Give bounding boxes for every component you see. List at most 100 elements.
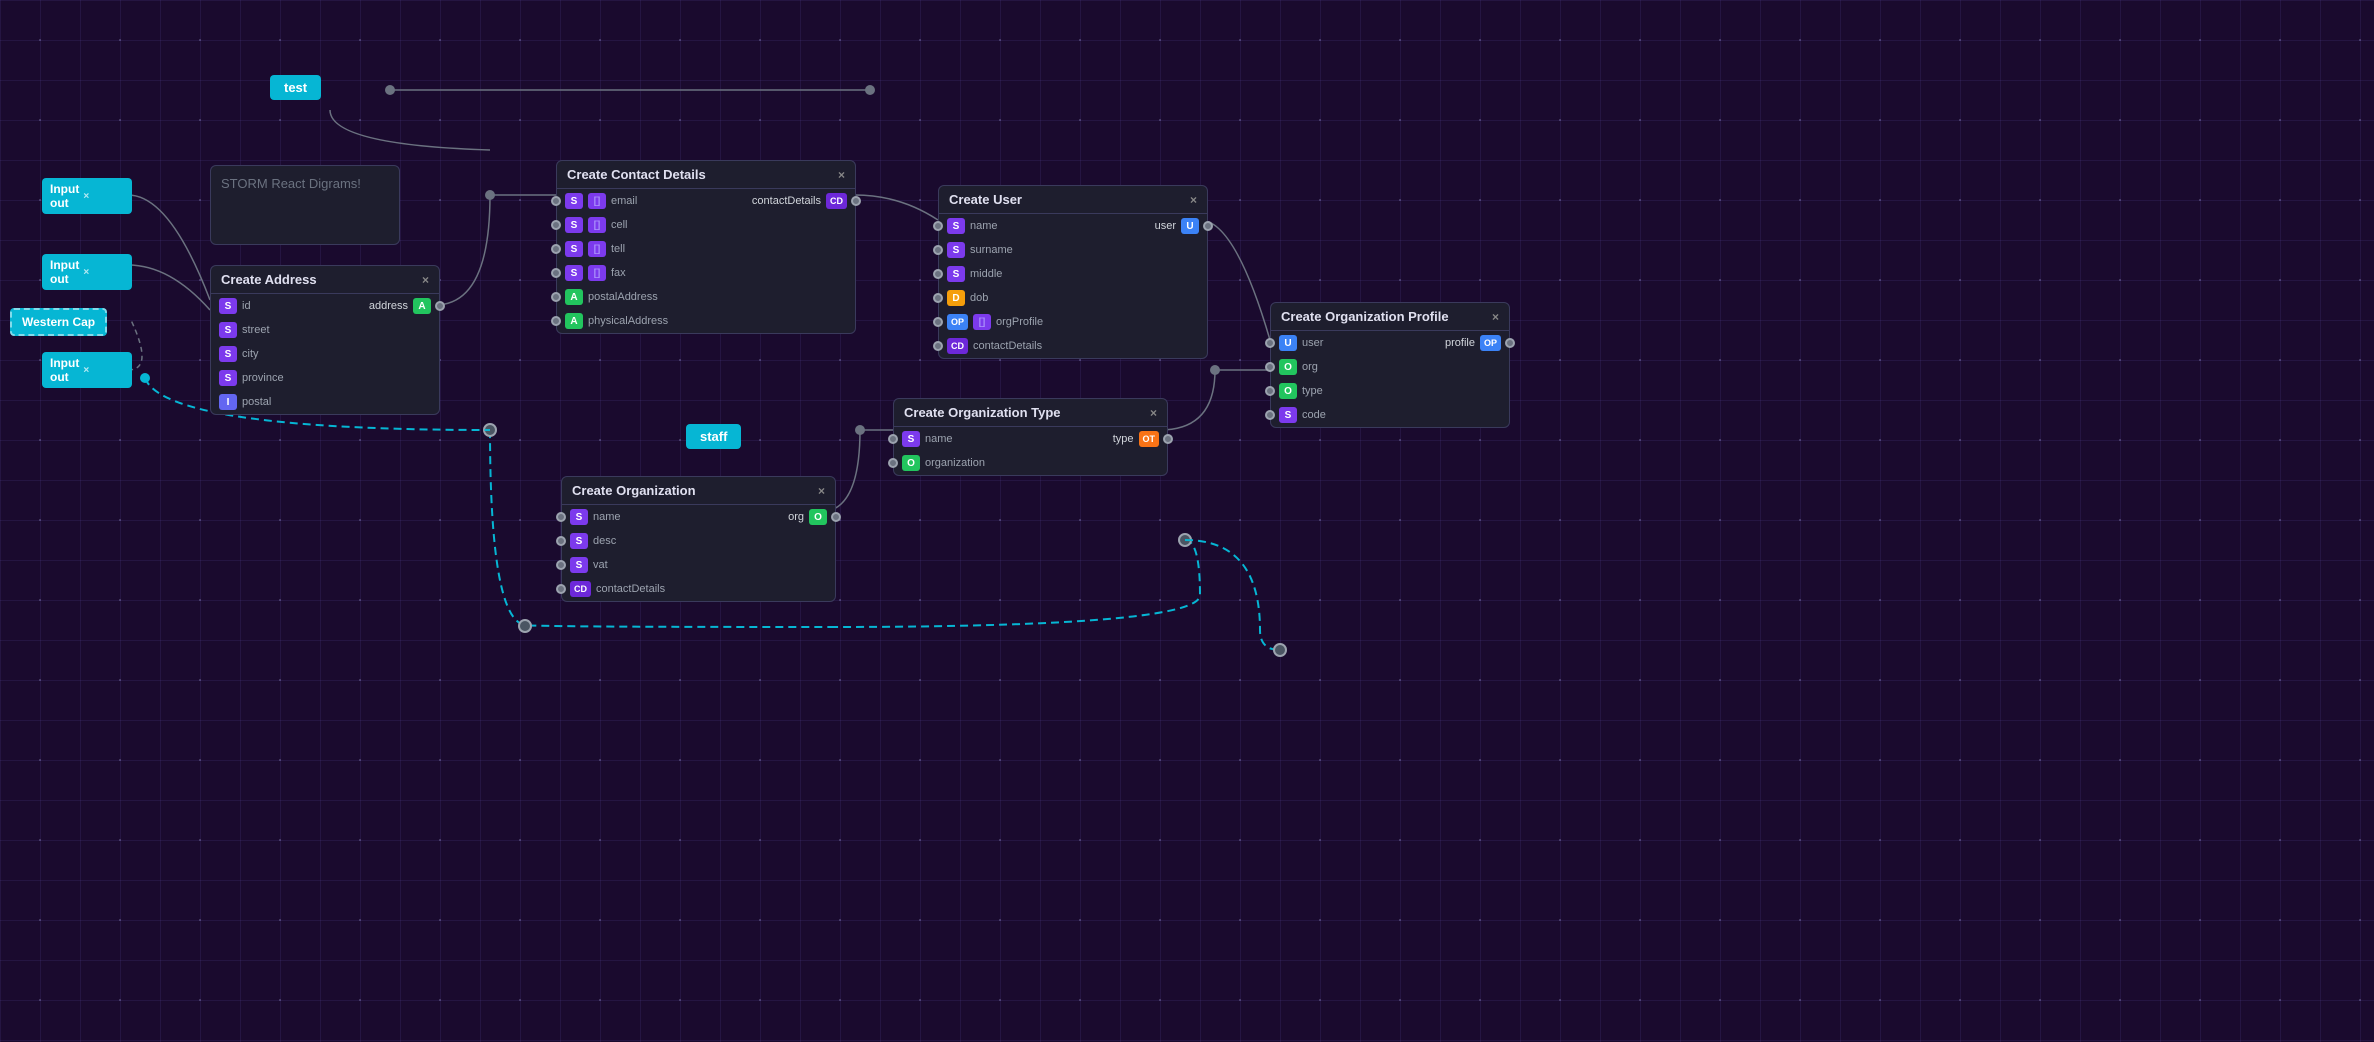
badge-s-city: S: [219, 346, 237, 362]
org-row-cd: CD contactDetails: [562, 577, 835, 601]
input-node-3[interactable]: Input out ×: [42, 352, 132, 388]
contact-row-cell: S [] cell: [557, 213, 855, 237]
badge-s-id: S: [219, 298, 237, 314]
user-row-dob: D dob: [939, 286, 1207, 310]
create-address-title: Create Address: [221, 272, 317, 287]
org-out-port: [831, 512, 841, 522]
badge-o-org: O: [809, 509, 827, 525]
create-address-node[interactable]: Create Address × S id address A S street…: [210, 265, 440, 415]
badge-s-uname: S: [947, 218, 965, 234]
contact-in-port-fax: [551, 268, 561, 278]
badge-a-postal: A: [565, 289, 583, 305]
staff-label-node[interactable]: staff: [686, 424, 741, 449]
western-cap-text: Western Cap: [22, 315, 95, 329]
user-row-surname: S surname: [939, 238, 1207, 262]
input2-close[interactable]: ×: [83, 267, 89, 278]
org-in-port-name: [556, 512, 566, 522]
badge-s-email: S: [565, 193, 583, 209]
create-organization-header: Create Organization ×: [562, 477, 835, 505]
create-organization-profile-title: Create Organization Profile: [1281, 309, 1449, 324]
badge-bracket-orgprofile: []: [973, 314, 991, 330]
contact-row-tell: S [] tell: [557, 237, 855, 261]
create-address-row-postal: I postal: [211, 390, 439, 414]
create-address-header: Create Address ×: [211, 266, 439, 294]
badge-bracket-email: []: [588, 193, 606, 209]
contact-row-email: S [] email contactDetails CD: [557, 189, 855, 213]
badge-s-orgtype-name: S: [902, 431, 920, 447]
create-organization-title: Create Organization: [572, 483, 696, 498]
input-node-1[interactable]: Input out ×: [42, 178, 132, 214]
input1-line1: Input: [50, 182, 79, 196]
badge-s-tell: S: [565, 241, 583, 257]
storm-textarea-node[interactable]: STORM React Digrams!: [210, 165, 400, 245]
badge-a-address: A: [413, 298, 431, 314]
badge-s-orgname: S: [570, 509, 588, 525]
input1-line2: out: [50, 196, 79, 210]
badge-d-dob: D: [947, 290, 965, 306]
badge-ot-type: OT: [1139, 431, 1160, 447]
badge-bracket-tell: []: [588, 241, 606, 257]
create-organization-type-close[interactable]: ×: [1150, 406, 1157, 420]
create-address-close[interactable]: ×: [422, 273, 429, 287]
create-contact-details-close[interactable]: ×: [838, 168, 845, 182]
input1-close[interactable]: ×: [83, 191, 89, 202]
create-organization-type-node[interactable]: Create Organization Type × S name type O…: [893, 398, 1168, 476]
orgtype-in-port-name: [888, 434, 898, 444]
canvas: [0, 0, 2374, 1042]
badge-s-desc: S: [570, 533, 588, 549]
orgprofile-row-user: U user profile OP: [1271, 331, 1509, 355]
orgtype-row-name: S name type OT: [894, 427, 1167, 451]
user-in-port-orgprofile: [933, 317, 943, 327]
input-node-2[interactable]: Input out ×: [42, 254, 132, 290]
create-contact-details-node[interactable]: Create Contact Details × S [] email cont…: [556, 160, 856, 334]
contact-in-port-physical: [551, 316, 561, 326]
org-row-desc: S desc: [562, 529, 835, 553]
test-label-node[interactable]: test: [270, 75, 321, 100]
badge-op-profile: OP: [1480, 335, 1501, 351]
user-row-middle: S middle: [939, 262, 1207, 286]
contact-in-port-cell: [551, 220, 561, 230]
contact-row-physical: A physicalAddress: [557, 309, 855, 333]
badge-i-postal: I: [219, 394, 237, 410]
badge-s-street: S: [219, 322, 237, 338]
contact-out-port: [851, 196, 861, 206]
badge-s-fax: S: [565, 265, 583, 281]
orgprofile-in-port-user: [1265, 338, 1275, 348]
badge-cd-contact: CD: [826, 193, 847, 209]
badge-a-physical: A: [565, 313, 583, 329]
contact-in-port-email: [551, 196, 561, 206]
badge-u-orgprofile: U: [1279, 335, 1297, 351]
western-cap-node[interactable]: Western Cap: [10, 308, 107, 336]
create-organization-profile-node[interactable]: Create Organization Profile × U user pro…: [1270, 302, 1510, 428]
org-row-vat: S vat: [562, 553, 835, 577]
create-user-close[interactable]: ×: [1190, 193, 1197, 207]
create-organization-profile-close[interactable]: ×: [1492, 310, 1499, 324]
org-in-port-vat: [556, 560, 566, 570]
contact-in-port-postal: [551, 292, 561, 302]
create-address-row-street: S street: [211, 318, 439, 342]
contact-row-fax: S [] fax: [557, 261, 855, 285]
input3-line1: Input: [50, 356, 79, 370]
orgtype-row-organization: O organization: [894, 451, 1167, 475]
badge-s-cell: S: [565, 217, 583, 233]
create-organization-close[interactable]: ×: [818, 484, 825, 498]
test-label-text: test: [284, 80, 307, 95]
storm-text: STORM React Digrams!: [221, 176, 361, 191]
create-organization-node[interactable]: Create Organization × S name org O S des…: [561, 476, 836, 602]
orgprofile-in-port-type: [1265, 386, 1275, 396]
user-in-port-name: [933, 221, 943, 231]
staff-label-text: staff: [700, 429, 727, 444]
create-user-header: Create User ×: [939, 186, 1207, 214]
create-address-row-province: S province: [211, 366, 439, 390]
badge-o-orgtype: O: [902, 455, 920, 471]
orgprofile-in-port-code: [1265, 410, 1275, 420]
orgprofile-row-type: O type: [1271, 379, 1509, 403]
input3-close[interactable]: ×: [83, 365, 89, 376]
contact-in-port-tell: [551, 244, 561, 254]
create-user-node[interactable]: Create User × S name user U S surname S …: [938, 185, 1208, 359]
user-row-orgprofile: OP [] orgProfile: [939, 310, 1207, 334]
create-organization-type-header: Create Organization Type ×: [894, 399, 1167, 427]
badge-s-surname: S: [947, 242, 965, 258]
badge-o-orgprofile-org: O: [1279, 359, 1297, 375]
create-contact-details-title: Create Contact Details: [567, 167, 706, 182]
